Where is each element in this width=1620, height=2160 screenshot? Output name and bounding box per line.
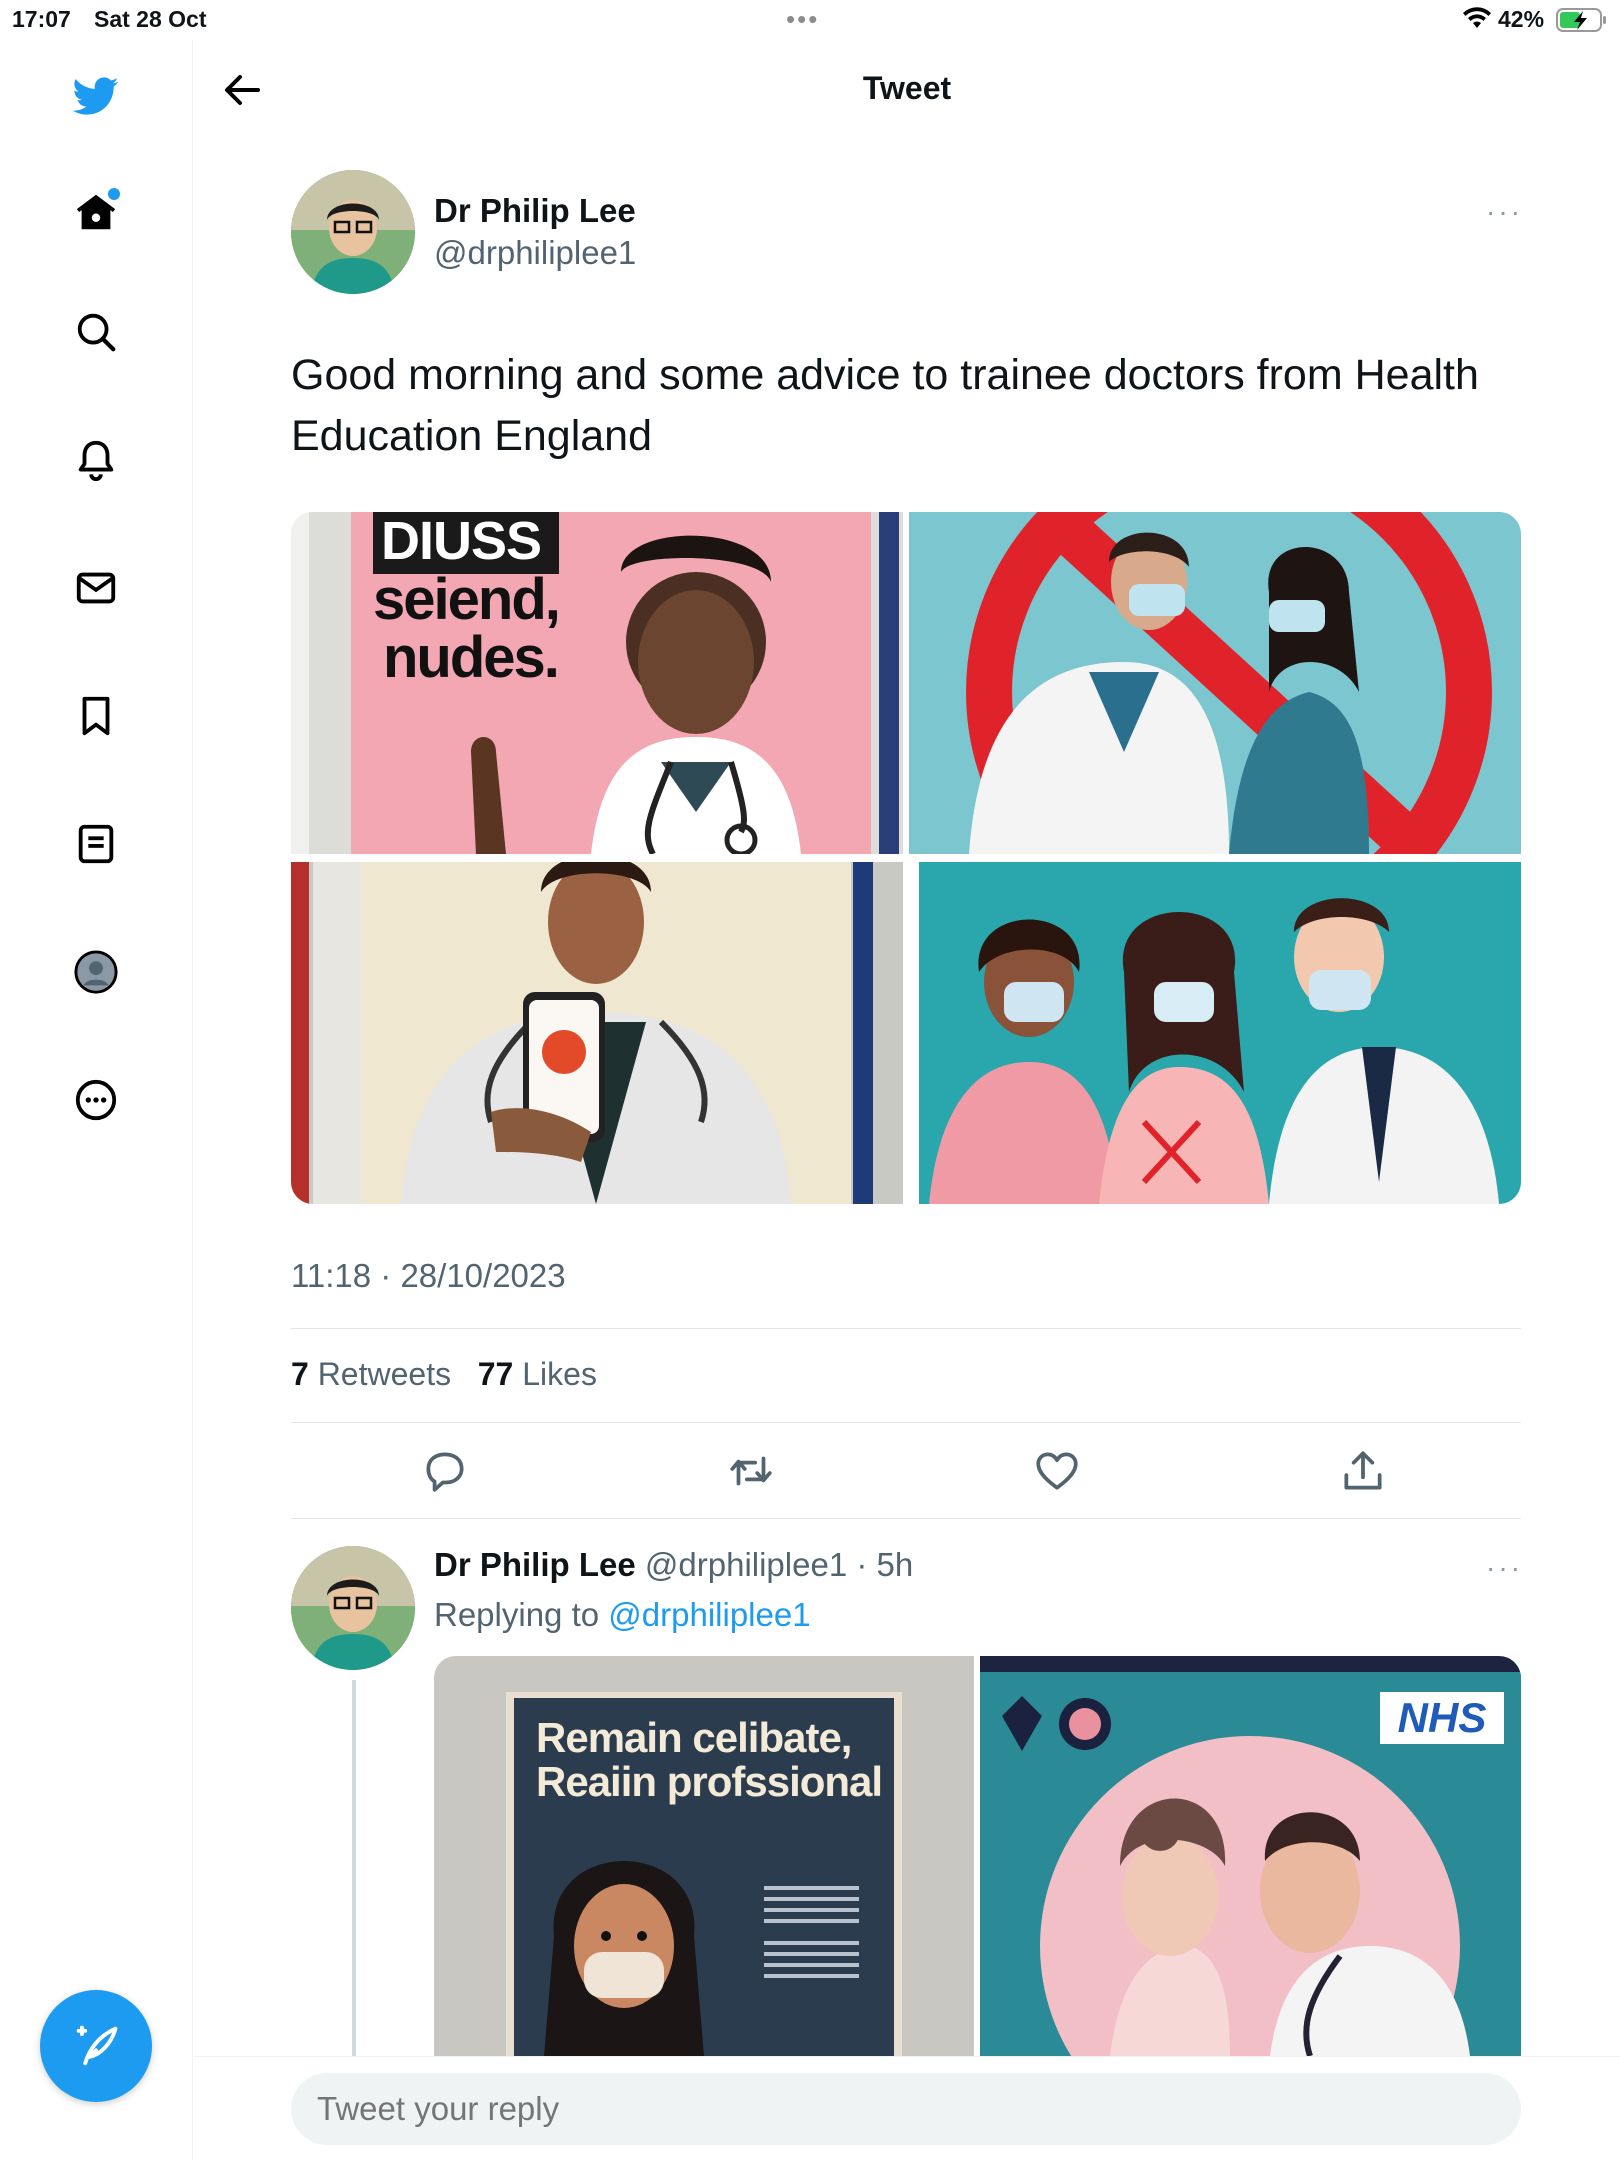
image-1-heading-2: seiend, <box>373 567 561 632</box>
reply-poster-heading-1: Remain celibate, <box>536 1714 852 1761</box>
divider <box>291 1328 1521 1329</box>
reply-image-2[interactable]: NHS <box>980 1656 1521 2056</box>
retweets-label[interactable]: Retweets <box>318 1356 451 1392</box>
tweet-timestamp[interactable]: 11:18 · 28/10/2023 <box>291 1257 566 1295</box>
page-header: Tweet <box>194 40 1620 140</box>
twitter-logo-icon[interactable] <box>66 66 126 126</box>
compose-icon <box>76 2025 118 2066</box>
lists-icon[interactable] <box>66 814 126 874</box>
replying-handle-link[interactable]: @drphiliplee1 <box>608 1596 810 1633</box>
retweet-icon <box>730 1456 772 1486</box>
retweets-count[interactable]: 7 <box>291 1356 309 1392</box>
reply-avatar[interactable] <box>291 1546 415 1670</box>
tweet-media-grid: DIUSS seiend, nudes. <box>291 512 1521 1204</box>
reply-author-handle[interactable]: @drphiliplee1 <box>645 1546 847 1583</box>
likes-count[interactable]: 77 <box>478 1356 514 1392</box>
battery-charging-icon <box>1556 8 1606 32</box>
home-icon[interactable] <box>66 182 126 242</box>
reply-author-name[interactable]: Dr Philip Lee <box>434 1546 636 1583</box>
retweet-button[interactable] <box>726 1446 776 1496</box>
reply-header: Dr Philip Lee @drphiliplee1 · 5h <box>434 1546 913 1584</box>
notification-dot <box>108 188 120 200</box>
tweet-image-1[interactable]: DIUSS seiend, nudes. <box>291 512 903 854</box>
status-date: Sat 28 Oct <box>94 6 207 32</box>
reply-icon <box>426 1452 464 1492</box>
author-name[interactable]: Dr Philip Lee <box>434 192 636 230</box>
share-icon <box>1344 1451 1382 1490</box>
page-title: Tweet <box>862 70 952 106</box>
reply-media-grid: Remain celibate, Reaiin profssional NHS <box>434 1656 1521 2056</box>
more-circle-icon[interactable] <box>66 1070 126 1130</box>
reply-poster-heading-2: Reaiin profssional <box>536 1758 883 1805</box>
reply-more-options-icon[interactable]: ··· <box>1486 1552 1523 1584</box>
wifi-icon <box>1463 7 1491 28</box>
reply-time[interactable]: · 5h <box>856 1546 913 1583</box>
nhs-badge: NHS <box>1397 1694 1487 1741</box>
like-button[interactable] <box>1032 1446 1082 1496</box>
author-handle[interactable]: @drphiliplee1 <box>434 234 636 272</box>
divider <box>291 1518 1521 1519</box>
multitask-dots-icon[interactable]: ••• <box>786 6 819 32</box>
like-icon <box>1036 1452 1078 1490</box>
tweet-text: Good morning and some advice to trainee … <box>291 351 1479 460</box>
bell-icon[interactable] <box>66 430 126 490</box>
image-1-heading-3: nudes. <box>383 625 560 690</box>
mail-icon[interactable] <box>66 558 126 618</box>
divider <box>291 1422 1521 1423</box>
image-1-heading-1: DIUSS <box>381 512 542 571</box>
battery-percent: 42% <box>1498 6 1545 32</box>
reply-input[interactable] <box>291 2073 1521 2145</box>
reply-composer <box>194 2056 1620 2160</box>
status-time: 17:07 <box>12 6 71 32</box>
bookmark-icon[interactable] <box>66 686 126 746</box>
avatar[interactable] <box>291 170 415 294</box>
tweet-image-2[interactable] <box>909 512 1521 854</box>
thread-line <box>352 1680 356 2060</box>
compose-tweet-button[interactable] <box>40 1990 152 2102</box>
likes-label[interactable]: Likes <box>522 1356 597 1392</box>
profile-icon[interactable] <box>66 942 126 1002</box>
replying-prefix: Replying to <box>434 1596 600 1633</box>
reply-image-1[interactable]: Remain celibate, Reaiin profssional <box>434 1656 974 2056</box>
more-options-icon[interactable]: ··· <box>1486 196 1523 228</box>
reply-button[interactable] <box>420 1446 470 1496</box>
replying-to: Replying to @drphiliplee1 <box>434 1596 811 1634</box>
tweet-stats: 7 Retweets 77 Likes <box>291 1356 597 1393</box>
tweet-image-4[interactable] <box>909 862 1521 1204</box>
sidebar-nav <box>0 40 193 2160</box>
search-icon[interactable] <box>66 302 126 362</box>
tweet-image-3[interactable] <box>291 862 903 1204</box>
share-button[interactable] <box>1338 1446 1388 1496</box>
status-bar: 17:07 Sat 28 Oct ••• 42% <box>0 0 1620 40</box>
